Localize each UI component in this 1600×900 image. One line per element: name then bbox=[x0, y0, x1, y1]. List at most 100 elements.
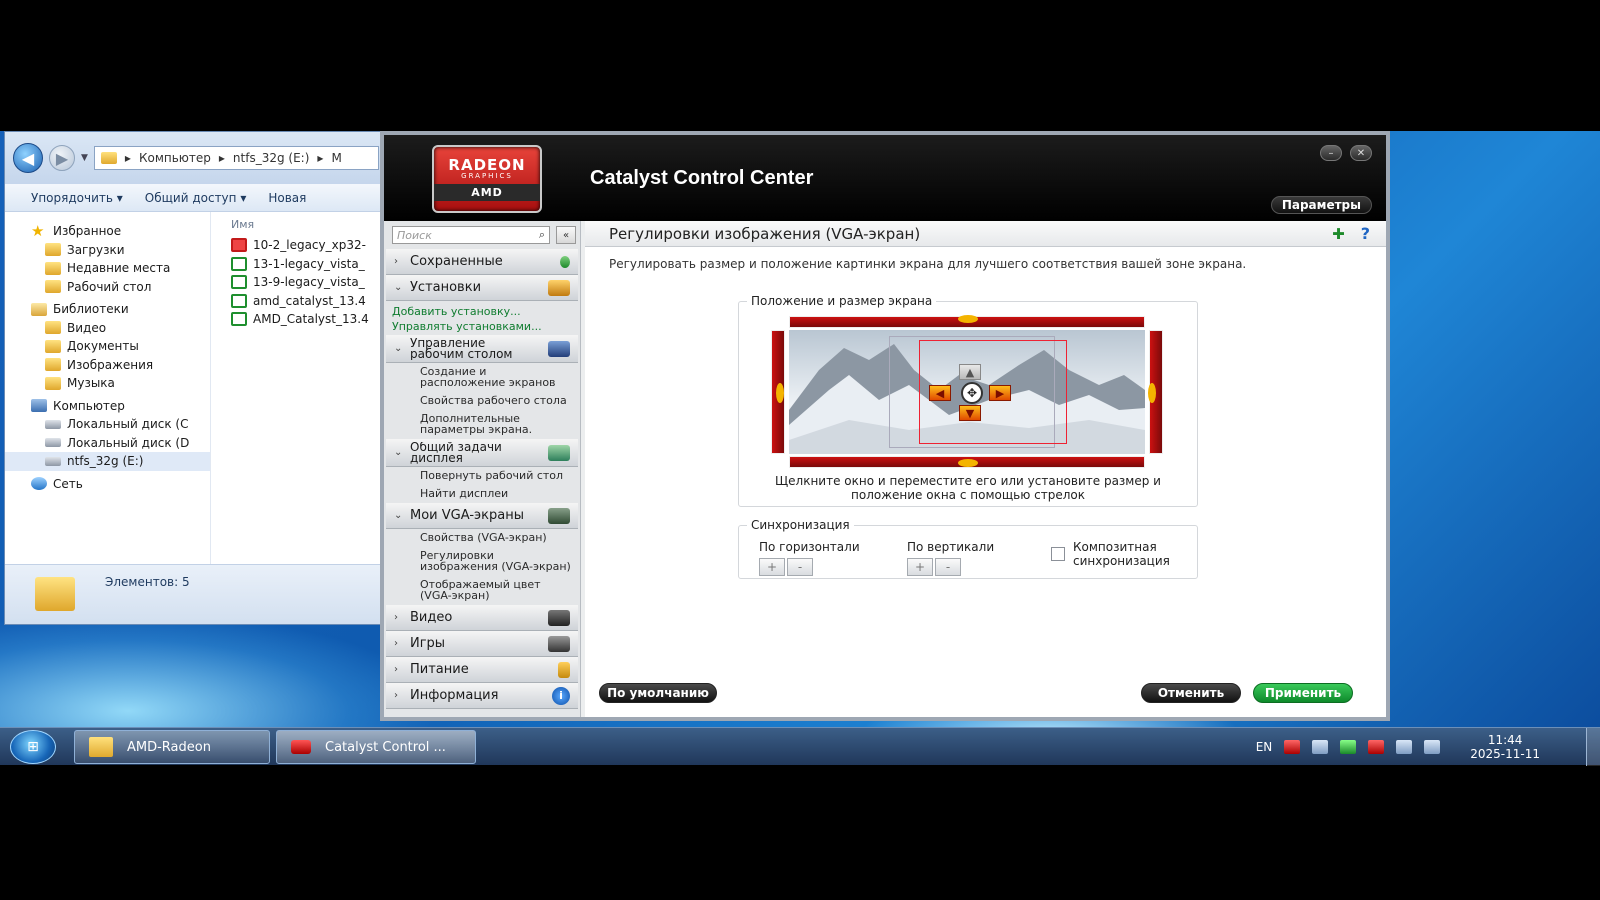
vertical-increase-button[interactable]: + bbox=[907, 558, 933, 576]
screen-position-preview[interactable]: ▲ ◀ ✥ ▶ ▼ bbox=[767, 315, 1167, 468]
sidebar-item-vga-color[interactable]: Отображаемый цвет (VGA-экран) bbox=[384, 576, 580, 605]
sidebar-item-vga-image-adjustments[interactable]: Регулировки изображения (VGA-экран) bbox=[384, 547, 580, 576]
amd-installer-icon bbox=[231, 256, 247, 271]
right-size-handle[interactable] bbox=[1148, 330, 1163, 454]
tree-item[interactable]: ntfs_32g (E:) bbox=[5, 452, 210, 471]
sidebar-section-desktop-management[interactable]: ⌄ Управление рабочим столом bbox=[386, 335, 578, 363]
language-indicator[interactable]: EN bbox=[1256, 740, 1273, 754]
network-icon[interactable] bbox=[1396, 740, 1413, 754]
tree-item[interactable]: Музыка bbox=[5, 374, 210, 393]
sidebar-section-games[interactable]: › Игры bbox=[386, 631, 578, 657]
show-desktop-button[interactable] bbox=[1586, 728, 1600, 766]
video-camera-icon bbox=[548, 609, 570, 626]
sidebar-section-video[interactable]: › Видео bbox=[386, 605, 578, 631]
sidebar-section-label: Информация bbox=[410, 688, 499, 703]
sidebar-section-presets[interactable]: ⌄ Установки bbox=[386, 275, 578, 301]
bottom-size-handle[interactable] bbox=[789, 456, 1145, 468]
search-icon[interactable]: ⌕ bbox=[539, 228, 545, 242]
catalyst-control-center-window[interactable]: RADEON GRAPHICS AMD Catalyst Control Cen… bbox=[380, 131, 1390, 721]
move-left-arrow-icon[interactable]: ◀ bbox=[929, 385, 951, 401]
defaults-button[interactable]: По умолчанию bbox=[599, 683, 717, 703]
sidebar-item-additional-display-settings[interactable]: Дополнительные параметры экрана. bbox=[384, 410, 580, 439]
address-bar[interactable]: ▸ Компьютер ▸ ntfs_32g (E:) ▸ M bbox=[93, 146, 379, 170]
sidebar-section-information[interactable]: › Информация i bbox=[386, 683, 578, 709]
move-center-icon[interactable]: ✥ bbox=[961, 382, 983, 404]
amd-tray-icon[interactable] bbox=[1368, 740, 1385, 754]
tree-item[interactable]: Видео bbox=[5, 319, 210, 338]
breadcrumb-separator-icon[interactable]: ▸ bbox=[219, 151, 225, 165]
tree-item[interactable]: Компьютер bbox=[5, 397, 210, 416]
back-arrow-icon[interactable]: ◀ bbox=[13, 143, 43, 173]
top-size-handle[interactable] bbox=[789, 315, 1145, 328]
ccc-header: RADEON GRAPHICS AMD Catalyst Control Cen… bbox=[384, 135, 1386, 221]
move-down-arrow-icon[interactable]: ▼ bbox=[959, 405, 981, 421]
new-folder-button[interactable]: Новая bbox=[268, 191, 306, 205]
file-row[interactable]: AMD_Catalyst_13.4 bbox=[231, 310, 387, 329]
manage-presets-link[interactable]: Управлять установками... bbox=[384, 320, 580, 335]
taskbar-item-amd-radeon[interactable]: AMD-Radeon bbox=[74, 730, 270, 764]
vertical-decrease-button[interactable]: - bbox=[935, 558, 961, 576]
composite-sync-checkbox[interactable] bbox=[1051, 547, 1065, 561]
recent-pages-dropdown-icon[interactable]: ▼ bbox=[81, 153, 88, 163]
sidebar-section-display-tasks[interactable]: ⌄ Общий задачи дисплея bbox=[386, 439, 578, 467]
tree-item[interactable]: Библиотеки bbox=[5, 300, 210, 319]
search-input[interactable]: Поиск ⌕ bbox=[392, 226, 550, 244]
file-row[interactable]: 13-9-legacy_vista_ bbox=[231, 273, 387, 292]
tree-item[interactable]: Локальный диск (C bbox=[5, 415, 210, 434]
desktop: ◀ ▶ ▼ ▸ Компьютер ▸ ntfs_32g (E:) ▸ M Уп… bbox=[0, 131, 1600, 765]
sidebar-section-power[interactable]: › Питание bbox=[386, 657, 578, 683]
left-size-handle[interactable] bbox=[771, 330, 785, 454]
explorer-window[interactable]: ◀ ▶ ▼ ▸ Компьютер ▸ ntfs_32g (E:) ▸ M Уп… bbox=[4, 131, 388, 625]
pin-icon[interactable]: ✚ bbox=[1332, 225, 1345, 243]
sidebar-section-label: Игры bbox=[410, 636, 446, 651]
sidebar-item-detect-displays[interactable]: Найти дисплеи bbox=[384, 485, 580, 503]
tree-item[interactable]: Изображения bbox=[5, 356, 210, 375]
tree-item[interactable]: ★ Избранное bbox=[5, 222, 210, 241]
update-icon[interactable] bbox=[1340, 740, 1357, 754]
file-row[interactable]: 10-2_legacy_xp32- bbox=[231, 236, 387, 255]
sidebar-item-create-displays[interactable]: Создание и расположение экранов bbox=[384, 363, 580, 392]
add-preset-link[interactable]: Добавить установку... bbox=[384, 305, 580, 320]
breadcrumb-folder[interactable]: M bbox=[331, 151, 341, 165]
file-row[interactable]: amd_catalyst_13.4 bbox=[231, 292, 387, 311]
apply-button[interactable]: Применить bbox=[1253, 683, 1353, 703]
catalyst-tray-icon[interactable] bbox=[1284, 740, 1301, 754]
sidebar-item-vga-properties[interactable]: Свойства (VGA-экран) bbox=[384, 529, 580, 547]
tree-item[interactable]: Документы bbox=[5, 337, 210, 356]
action-center-flag-icon[interactable] bbox=[1312, 740, 1329, 754]
tree-item[interactable]: Недавние места bbox=[5, 259, 210, 278]
file-row[interactable]: 13-1-legacy_vista_ bbox=[231, 255, 387, 274]
collapse-sidebar-icon[interactable]: « bbox=[556, 226, 576, 244]
breadcrumb-separator-icon[interactable]: ▸ bbox=[317, 151, 323, 165]
horizontal-increase-button[interactable]: + bbox=[759, 558, 785, 576]
tree-item[interactable]: Локальный диск (D bbox=[5, 434, 210, 453]
sidebar-section-saved[interactable]: › Сохраненные bbox=[386, 249, 578, 275]
sidebar-section-vga-displays[interactable]: ⌄ Мои VGA-экраны bbox=[386, 503, 578, 529]
share-menu[interactable]: Общий доступ ▾ bbox=[145, 191, 247, 205]
clock[interactable]: 11:44 2025-11-11 bbox=[1470, 733, 1540, 761]
sidebar-section-label: Общий задачи дисплея bbox=[410, 441, 502, 464]
breadcrumb-computer[interactable]: Компьютер bbox=[139, 151, 211, 165]
preferences-button[interactable]: Параметры bbox=[1270, 196, 1372, 214]
column-header-name[interactable]: Имя bbox=[231, 218, 387, 236]
sidebar-item-desktop-properties[interactable]: Свойства рабочего стола bbox=[384, 392, 580, 410]
move-right-arrow-icon[interactable]: ▶ bbox=[989, 385, 1011, 401]
breadcrumb-separator-icon[interactable]: ▸ bbox=[125, 151, 131, 165]
cancel-button[interactable]: Отменить bbox=[1141, 683, 1241, 703]
windows-start-icon[interactable]: ⊞ bbox=[10, 729, 56, 764]
sidebar-item-rotate-desktop[interactable]: Повернуть рабочий стол bbox=[384, 467, 580, 485]
catalyst-app-icon bbox=[291, 740, 311, 754]
tree-item[interactable]: Сеть bbox=[5, 475, 210, 494]
tree-item[interactable]: Загрузки bbox=[5, 241, 210, 260]
horizontal-decrease-button[interactable]: - bbox=[787, 558, 813, 576]
forward-arrow-icon[interactable]: ▶ bbox=[49, 145, 75, 171]
move-up-arrow-icon[interactable]: ▲ bbox=[959, 364, 981, 380]
help-icon[interactable]: ? bbox=[1361, 224, 1370, 243]
breadcrumb-drive[interactable]: ntfs_32g (E:) bbox=[233, 151, 309, 165]
organize-menu[interactable]: Упорядочить ▾ bbox=[31, 191, 123, 205]
tree-item[interactable]: Рабочий стол bbox=[5, 278, 210, 297]
minimize-icon[interactable]: – bbox=[1320, 145, 1342, 161]
close-icon[interactable]: ✕ bbox=[1350, 145, 1372, 161]
volume-icon[interactable] bbox=[1424, 740, 1441, 754]
taskbar-item-catalyst[interactable]: Catalyst Control ... bbox=[276, 730, 476, 764]
